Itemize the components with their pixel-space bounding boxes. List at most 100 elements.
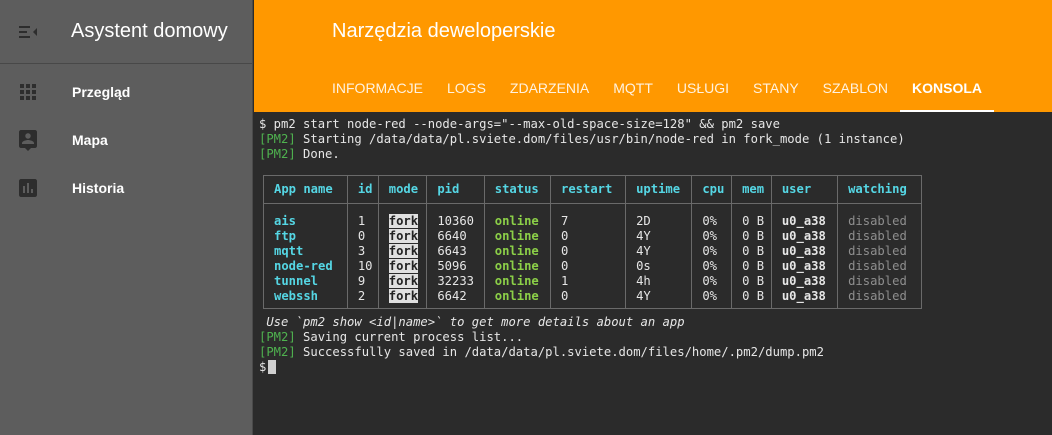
app-title: Asystent domowy xyxy=(71,20,228,42)
console-line: [PM2] Done. xyxy=(259,147,1052,162)
sidebar: Asystent domowy Przegląd Mapa Historia xyxy=(0,0,253,435)
table-cell: u0_a38 xyxy=(771,243,839,259)
table-cell: online xyxy=(484,288,551,308)
mode-badge: fork xyxy=(388,288,419,303)
prompt-symbol: $ xyxy=(259,359,267,374)
console-text: Saving current process list... xyxy=(295,329,524,344)
process-table: App name id mode pid status restart uptime cpu m… xyxy=(263,175,922,309)
sidebar-item-label: Przegląd xyxy=(72,84,131,100)
table-header-row: App name id mode pid status restart uptime cpu m… xyxy=(264,176,921,204)
table-cell: mqtt xyxy=(264,243,348,259)
table-cell: 1 xyxy=(347,203,379,229)
table-cell: 0 xyxy=(550,288,627,308)
mode-badge: fork xyxy=(388,228,419,243)
table-cell: 2 xyxy=(347,288,379,308)
table-cell: 0 B xyxy=(731,288,772,308)
table-cell: fork xyxy=(378,228,428,244)
table-body: ais 1 fork 10360 online 7 2D 0% 0 Bu0_a38 disable… xyxy=(264,203,921,308)
table-cell: u0_a38 xyxy=(771,288,839,308)
table-cell: 0 B xyxy=(731,273,772,289)
console-hint: Use `pm2 show <id|name>` to get more det… xyxy=(259,314,685,329)
terminal-console[interactable]: $ pm2 start node-red --node-args="--max-… xyxy=(254,112,1052,435)
tab-konsola[interactable]: KONSOLA xyxy=(900,64,995,112)
table-cell: online xyxy=(484,243,551,259)
table-header-cell: status xyxy=(484,176,551,204)
tab-stany[interactable]: STANY xyxy=(741,64,811,112)
table-cell: fork xyxy=(378,258,428,274)
table-cell: online xyxy=(484,228,551,244)
table-cell: 0% xyxy=(691,288,733,308)
table-cell: 0% xyxy=(691,243,733,259)
pm2-tag: [PM2] xyxy=(259,344,296,359)
table-cell: 3 xyxy=(347,243,379,259)
grid-icon xyxy=(0,68,56,116)
table-cell: online xyxy=(484,273,551,289)
table-cell: online xyxy=(484,258,551,274)
sidebar-item-label: Historia xyxy=(72,180,125,196)
table-cell: 6643 xyxy=(426,243,485,259)
table-cell: disabled xyxy=(848,288,907,303)
tab-zdarzenia[interactable]: ZDARZENIA xyxy=(498,64,601,112)
table-header-cell: mem xyxy=(731,176,772,204)
table-cell: u0_a38 xyxy=(771,258,839,274)
sidebar-item-przeglad[interactable]: Przegląd xyxy=(0,68,252,116)
tab-bar: INFORMACJE LOGS ZDARZENIA MQTT USŁUGI ST… xyxy=(320,64,995,112)
mode-badge: fork xyxy=(388,213,419,228)
tab-uslugi[interactable]: USŁUGI xyxy=(665,64,741,112)
pm2-tag: [PM2] xyxy=(259,147,296,161)
table-cell: node-red xyxy=(264,258,348,274)
table-cell: 0 B xyxy=(731,203,772,229)
table-cell: 0% xyxy=(691,258,733,274)
table-cell: 0 xyxy=(347,228,379,244)
table-row: mqtt 3 fork 6643 online 0 4Y 0% 0 Bu0_a38 disable… xyxy=(264,243,921,259)
table-cell: fork xyxy=(378,243,428,259)
tab-szablon[interactable]: SZABLON xyxy=(811,64,900,112)
chart-icon xyxy=(0,164,56,212)
table-header-cell: restart xyxy=(550,176,627,204)
table-cell: 32233 xyxy=(426,273,485,289)
console-text: Done. xyxy=(295,147,340,161)
table-cell: 1 xyxy=(550,273,627,289)
table-header-cell: user xyxy=(771,176,839,204)
table-cell: 0% xyxy=(691,203,733,229)
table-row: node-red 10 fork 5096 online 0 0s 0% 0 Bu0_a38 di… xyxy=(264,258,921,274)
console-line: [PM2] Starting /data/data/pl.sviete.dom/… xyxy=(259,132,1052,147)
mode-badge: fork xyxy=(388,258,419,273)
table-cell: 9 xyxy=(347,273,379,289)
table-cell: 4Y xyxy=(625,228,693,244)
mode-badge: fork xyxy=(388,243,419,258)
menu-collapse-icon[interactable] xyxy=(0,0,56,64)
sidebar-item-historia[interactable]: Historia xyxy=(0,164,252,212)
tab-logs[interactable]: LOGS xyxy=(435,64,498,112)
table-cell: 10 xyxy=(347,258,379,274)
table-cell: 2D xyxy=(625,203,693,229)
table-cell: disabled xyxy=(848,228,907,243)
console-prompt-line[interactable]: $ xyxy=(259,359,1052,375)
table-cell: fork xyxy=(378,203,428,229)
console-line: [PM2] Saving current process list... xyxy=(259,330,1052,345)
table-cell: 0s xyxy=(625,258,693,274)
sidebar-header: Asystent domowy xyxy=(0,0,252,64)
table-header-cell: uptime xyxy=(625,176,693,204)
tab-informacje[interactable]: INFORMACJE xyxy=(320,64,435,112)
table-cell: 6642 xyxy=(426,288,485,308)
table-cell: fork xyxy=(378,288,428,308)
pm2-tag: [PM2] xyxy=(259,329,296,344)
tab-mqtt[interactable]: MQTT xyxy=(601,64,665,112)
table-cell: 0 xyxy=(550,258,627,274)
table-cell: 5096 xyxy=(426,258,485,274)
table-cell: fork xyxy=(378,273,428,289)
table-cell: 0 B xyxy=(731,228,772,244)
table-cell: 0 xyxy=(550,228,627,244)
map-account-icon xyxy=(0,116,56,164)
sidebar-nav: Przegląd Mapa Historia xyxy=(0,64,252,212)
table-row: ftp 0 fork 6640 online 0 4Y 0% 0 Bu0_a38 disabled xyxy=(264,228,921,244)
pm2-tag: [PM2] xyxy=(259,132,296,146)
table-cell: tunnel xyxy=(264,273,348,289)
table-cell: 4Y xyxy=(625,243,693,259)
table-cell: disabled xyxy=(848,243,907,258)
table-cell: 0 xyxy=(550,243,627,259)
sidebar-item-mapa[interactable]: Mapa xyxy=(0,116,252,164)
console-text: Starting /data/data/pl.sviete.dom/files/… xyxy=(295,132,905,146)
table-header-cell: mode xyxy=(378,176,428,204)
